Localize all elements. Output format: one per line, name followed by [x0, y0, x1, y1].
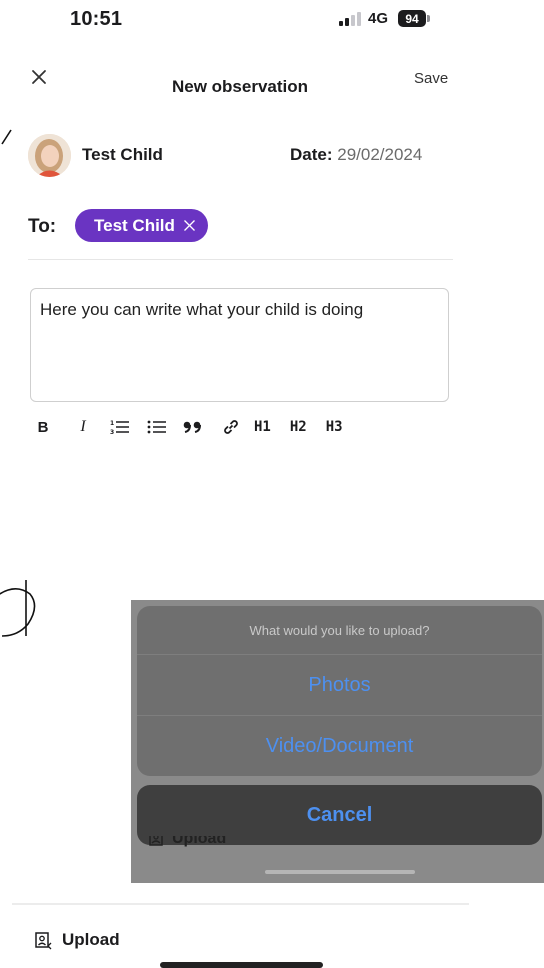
- quote-icon[interactable]: [183, 416, 203, 438]
- recipient-chip[interactable]: Test Child: [75, 209, 208, 242]
- action-sheet-prompt: What would you like to upload?: [249, 622, 430, 638]
- signal-icon: [339, 12, 361, 26]
- divider: [28, 259, 453, 260]
- heading2-button[interactable]: H2: [290, 416, 307, 438]
- recipient-chip-label: Test Child: [94, 215, 175, 235]
- edge-mark-icon: [1, 129, 12, 145]
- heading1-button[interactable]: H1: [254, 416, 271, 438]
- link-icon[interactable]: [222, 416, 240, 438]
- battery-tip: [427, 15, 430, 22]
- date-label: Date:: [290, 145, 333, 164]
- formatting-toolbar: B I 1 3 H1 H2 H3: [36, 416, 343, 438]
- battery-level: 94: [405, 11, 419, 26]
- date-value: 29/02/2024: [337, 145, 423, 164]
- observation-date[interactable]: Date: 29/02/2024: [290, 145, 422, 165]
- background-upload-button: Upload: [148, 836, 226, 850]
- editor-text: Here you can write what your child is do…: [40, 300, 364, 319]
- battery-icon: 94: [398, 10, 426, 27]
- upload-button[interactable]: Upload: [34, 930, 120, 950]
- background-upload-label: Upload: [172, 836, 227, 847]
- bold-icon[interactable]: B: [36, 416, 50, 438]
- upload-label: Upload: [62, 930, 120, 949]
- bullet-list-icon[interactable]: [147, 416, 167, 438]
- svg-text:3: 3: [110, 429, 114, 436]
- upload-icon: [149, 836, 163, 846]
- remove-recipient-icon[interactable]: [183, 219, 196, 232]
- ordered-list-icon[interactable]: 1 3: [110, 416, 130, 438]
- footer-divider: [12, 903, 469, 905]
- photos-option[interactable]: Photos: [137, 655, 542, 715]
- child-name: Test Child: [82, 145, 163, 164]
- italic-icon[interactable]: I: [75, 416, 91, 438]
- video-document-option[interactable]: Video/Document: [137, 716, 542, 776]
- sheet-home-indicator: [265, 870, 415, 874]
- svg-text:1: 1: [110, 420, 114, 427]
- to-label: To:: [28, 216, 57, 237]
- edge-curve-decoration: [0, 580, 36, 637]
- status-time: 10:51: [70, 8, 123, 30]
- page-title: New observation: [171, 77, 309, 96]
- upload-icon: [35, 931, 52, 949]
- heading3-button[interactable]: H3: [326, 416, 343, 438]
- home-indicator: [160, 962, 323, 968]
- save-button[interactable]: Save: [414, 70, 448, 87]
- avatar: [28, 134, 71, 177]
- network-type: 4G: [368, 10, 389, 27]
